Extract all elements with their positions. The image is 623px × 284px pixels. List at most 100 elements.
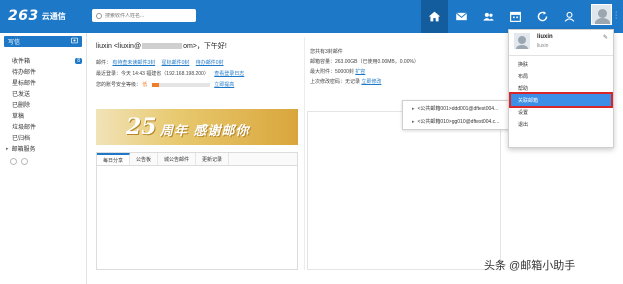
last-login-row: 最近登录：今天 14:43 福建省（192.168.198.200） 查看登录日… [96,70,249,77]
greeting: liuxin <liuxin@ om>，下午好! [96,41,227,51]
sidebar-tools [0,158,87,165]
tab-bar: 每日分享 公告板 城公告邮件 更新记录 [97,153,297,166]
chevron-right-icon: ▸ [6,145,9,152]
user-menu-list: 换肤 布局 帮助 关联邮箱 设置 退出 [509,58,613,130]
sidebar-item-sent[interactable]: 已发送 [0,88,87,99]
avatar [514,33,530,49]
password-row: 上次修改密码：无记录 立即修改 [310,78,381,85]
user-menu-header: liuxin liuxin ✎ [509,30,613,56]
contacts-icon[interactable] [475,0,502,33]
info-box [307,111,501,270]
home-icon[interactable] [421,0,448,33]
mail-count-text: 您共有3封邮件 [310,49,343,55]
capacity-text: 邮箱容量：263.00GB（已使用0.00MB，0.00%） [310,59,419,65]
security-progress-bar [151,82,210,87]
security-level-text: 低 [142,82,148,88]
menu-item-linked-mailbox[interactable]: 关联邮箱 [509,92,613,108]
sidebar-group-mail-services[interactable]: ▸ 邮箱服务 [0,143,87,154]
search-icon [96,12,102,19]
sidebar-item-label: 已发送 [12,92,31,98]
tab-daily-share[interactable]: 每日分享 [97,153,131,165]
watermark: 头条 @邮箱小助手 [484,260,576,272]
expand-capacity-link[interactable]: 扩容 [355,69,365,75]
sidebar-item-label: 已删除 [12,103,31,109]
greeting-name: liuxin [96,43,112,50]
banner-text: 周年 感谢邮你 [160,124,250,139]
linked-mailbox-item[interactable]: ▸ <公共邮箱010>gg010@dftest004.c... [406,116,510,127]
chevron-right-icon: ▸ [412,105,415,112]
news-tabs-panel: 每日分享 公告板 城公告邮件 更新记录 [96,152,298,270]
sidebar-item-label: 已归档 [12,136,31,142]
sidebar-item-spam[interactable]: 垃圾邮件 [0,121,87,132]
sidebar-item-archived[interactable]: 已归档 [0,132,87,143]
menu-item-layout[interactable]: 布局 [509,70,613,82]
anniversary-banner[interactable]: 25 周年 感谢邮你 [96,109,298,145]
security-label: 您的账号安全等级： [96,82,142,88]
edit-pencil-icon[interactable]: ✎ [603,34,608,41]
linked-mailbox-label: <公共邮箱010>gg010@dftest004.c... [417,119,500,125]
linked-mailbox-item[interactable]: ▸ <公共邮箱001>ddd001@dftest004... [406,103,510,114]
write-mail-label: 写信 [8,40,21,46]
security-level-row: 您的账号安全等级： 低 立即提高 [96,81,239,88]
sidebar-item-starred[interactable]: 星标邮件 [0,77,87,88]
change-password-link[interactable]: 立即修改 [361,79,381,85]
banner-number: 25 [126,114,157,140]
sidebar-item-label: 星标邮件 [12,81,37,87]
mail-row-label: 邮件： [96,60,112,66]
sidebar-item-inbox[interactable]: 收件箱 8 [0,55,87,66]
login-log-link[interactable]: 查看登录日志 [214,71,244,77]
linked-mailbox-label: <公共邮箱001>ddd001@dftest004... [417,106,499,112]
logo-subtext: 云通信 [41,11,66,21]
greeting-email-suffix: om>，下午好! [183,43,227,50]
avatar-body-shape [595,18,610,24]
sidebar-item-label: 待办邮件 [12,70,37,76]
folder-list: 收件箱 8 待办邮件 星标邮件 已发送 已删除 草稿 垃圾邮件 已归档 ▸ 邮箱… [0,55,87,165]
email-redaction [142,43,183,50]
password-text: 上次修改密码：无记录 [310,79,361,85]
sidebar-item-label: 垃圾邮件 [12,125,37,131]
tab-bulletin[interactable]: 公告板 [130,153,159,165]
more-options-icon[interactable]: · · · [615,9,617,22]
unread-count-badge: 8 [75,57,82,64]
starred-mail-link[interactable]: 星标邮件0封 [162,60,190,66]
refresh-circle-icon[interactable] [21,158,28,165]
mail-icon[interactable] [448,0,475,33]
attachment-text: 最大附件：50000封 [310,69,354,75]
user-account: liuxin [537,43,549,49]
mailbox-info-panel: 您共有3封邮件 邮箱容量：263.00GB（已使用0.00MB，0.00%） 最… [304,37,504,270]
menu-item-logout[interactable]: 退出 [509,118,613,130]
contacts-shortcut-icon[interactable] [71,37,78,46]
improve-security-link[interactable]: 立即提高 [214,82,234,88]
menu-item-settings[interactable]: 设置 [509,106,613,118]
user-dropdown-menu: liuxin liuxin ✎ 换肤 布局 帮助 关联邮箱 设置 退出 [508,29,614,148]
avatar[interactable] [591,4,612,25]
sidebar-item-deleted[interactable]: 已删除 [0,99,87,110]
avatar-body-shape [516,45,528,49]
sidebar: 写信 收件箱 8 待办邮件 星标邮件 已发送 已删除 草稿 垃圾邮件 已归档 ▸… [0,33,87,284]
logo-mark: 263 [8,8,39,24]
linked-mailbox-popup: ▸ <公共邮箱001>ddd001@dftest004... ▸ <公共邮箱01… [402,100,514,130]
tab-domain-notice[interactable]: 城公告邮件 [158,153,197,165]
menu-item-skin[interactable]: 换肤 [509,58,613,70]
search-input[interactable] [105,12,189,19]
greeting-email-prefix: <liuxin@ [113,43,142,50]
tab-changelog[interactable]: 更新记录 [196,153,230,165]
security-progress-fill [151,82,159,87]
write-mail-button[interactable]: 写信 [4,36,82,47]
avatar-head-shape [598,9,607,18]
todo-mail-link[interactable]: 待办邮件0封 [196,60,224,66]
last-login-text: 最近登录：今天 14:43 福建省（192.168.198.200） [96,71,209,77]
search-box[interactable] [92,9,196,22]
attachment-row: 最大附件：50000封 扩容 [310,68,365,75]
sidebar-item-label: 收件箱 [12,59,31,65]
sidebar-item-drafts[interactable]: 草稿 [0,110,87,121]
sidebar-group-label: 邮箱服务 [11,147,36,153]
menu-item-help[interactable]: 帮助 [509,82,613,94]
sidebar-item-todo[interactable]: 待办邮件 [0,66,87,77]
chevron-right-icon: ▸ [412,118,415,125]
unread-mail-link[interactable]: 有待查未读邮件3封 [112,60,155,66]
settings-circle-icon[interactable] [10,158,17,165]
sidebar-item-label: 草稿 [12,114,25,120]
logo[interactable]: 263 云通信 [8,7,80,25]
avatar-head-shape [518,36,526,44]
